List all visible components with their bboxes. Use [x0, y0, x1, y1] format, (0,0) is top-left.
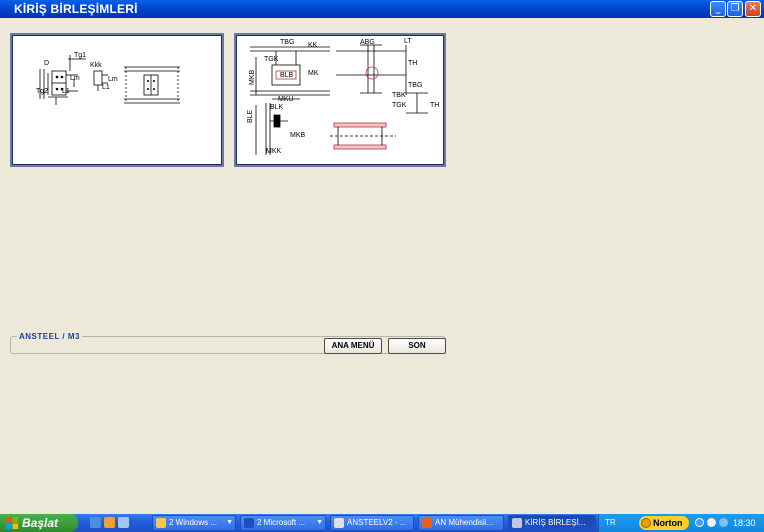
label-tg1: Tg1 [74, 52, 86, 59]
start-label: Başlat [22, 516, 59, 530]
connection-sketch-2: TBG KK ABG LT TGK MK MKB BLB TH MKU TBG … [247, 38, 439, 155]
label-tbg-right: TBG [408, 82, 422, 89]
system-tray: TR Norton 18:30 [598, 514, 764, 532]
label-tbk: TBK [392, 92, 406, 99]
chevron-down-icon: ▼ [226, 519, 233, 526]
task-button-an-muhendislik[interactable]: AN Mühendisli... [418, 515, 504, 531]
label-ble: BLE [247, 109, 254, 123]
label-l1-1: L1 [62, 88, 70, 95]
task-label: KİRİŞ BİRLEŞİ... [525, 518, 586, 527]
norton-badge[interactable]: Norton [639, 516, 689, 530]
network-icon[interactable] [695, 518, 704, 527]
task-label: 2 Microsoft ... [257, 518, 306, 527]
label-th: TH [408, 60, 417, 67]
label-mkk: MKK [266, 148, 282, 155]
label-lm-1: Lm [70, 75, 80, 82]
exit-button[interactable]: SON [388, 338, 446, 354]
task-button-ansteel[interactable]: ANSTEELV2 - ... [330, 515, 414, 531]
label-mkb: MKB [290, 132, 306, 139]
main-menu-button[interactable]: ANA MENÜ [324, 338, 382, 354]
task-button-windows[interactable]: 2 Windows ... ▼ [152, 515, 236, 531]
windows-logo-icon [6, 517, 18, 529]
label-mk: MK [308, 70, 319, 77]
label-lt: LT [404, 38, 412, 45]
minimize-button[interactable]: _ [710, 1, 726, 17]
norton-label: Norton [653, 518, 683, 528]
label-mku: MKU [278, 96, 294, 103]
label-kkk: Kkk [90, 62, 102, 69]
chevron-down-icon: ▼ [316, 519, 323, 526]
label-th-right: TH [430, 102, 439, 109]
info-label: ANSTEEL / M3 [17, 332, 82, 341]
window-title: KİRİŞ BİRLEŞİMLERİ [14, 2, 138, 16]
start-button[interactable]: Başlat [0, 514, 78, 532]
maximize-button[interactable]: ❐ [727, 1, 743, 17]
label-mkb-vertical: MKB [249, 70, 256, 86]
quicklaunch-media-icon[interactable] [104, 517, 115, 528]
messenger-icon[interactable] [719, 518, 728, 527]
app-icon [422, 518, 432, 528]
task-label: 2 Windows ... [169, 518, 218, 527]
label-tgk: TGK [264, 56, 279, 63]
label-lm-2: Lm [108, 76, 118, 83]
label-blb: BLB [280, 72, 294, 79]
task-button-kiris[interactable]: KİRİŞ BİRLEŞİ... [508, 515, 596, 531]
quicklaunch-ie-icon[interactable] [90, 517, 101, 528]
title-bar[interactable]: KİRİŞ BİRLEŞİMLERİ _ ❐ ✕ [0, 0, 764, 18]
label-tgk-right: TGK [392, 102, 407, 109]
label-abg: ABG [360, 39, 375, 46]
clock: 18:30 [733, 518, 756, 528]
label-blk: BLK [270, 104, 284, 111]
norton-icon [641, 518, 651, 528]
document-icon [334, 518, 344, 528]
quicklaunch-desktop-icon[interactable] [118, 517, 129, 528]
window-icon [512, 518, 522, 528]
task-label: AN Mühendisli... [435, 518, 494, 527]
beam-connection-drawing-2[interactable]: TBG KK ABG LT TGK MK MKB BLB TH MKU TBG … [234, 33, 446, 167]
folder-icon [156, 518, 166, 528]
beam-connection-drawing-1[interactable]: D Tg1 Kkk Lm Lm Tg2 L1 L1 [10, 33, 224, 167]
label-d: D [44, 60, 49, 67]
label-tbg: TBG [280, 39, 294, 46]
language-indicator[interactable]: TR [605, 518, 616, 527]
task-label: ANSTEELV2 - ... [347, 518, 407, 527]
word-icon [244, 518, 254, 528]
close-button[interactable]: ✕ [745, 1, 761, 17]
connection-sketch-1: D Tg1 Kkk Lm Lm Tg2 L1 L1 [36, 52, 180, 105]
security-icon[interactable] [707, 518, 716, 527]
taskbar: Başlat 2 Windows ... ▼ 2 Microsoft ... ▼… [0, 514, 764, 532]
label-kk: KK [308, 42, 318, 49]
label-l1-2: L1 [102, 84, 110, 91]
task-button-microsoft[interactable]: 2 Microsoft ... ▼ [240, 515, 326, 531]
label-tg2: Tg2 [36, 88, 48, 95]
